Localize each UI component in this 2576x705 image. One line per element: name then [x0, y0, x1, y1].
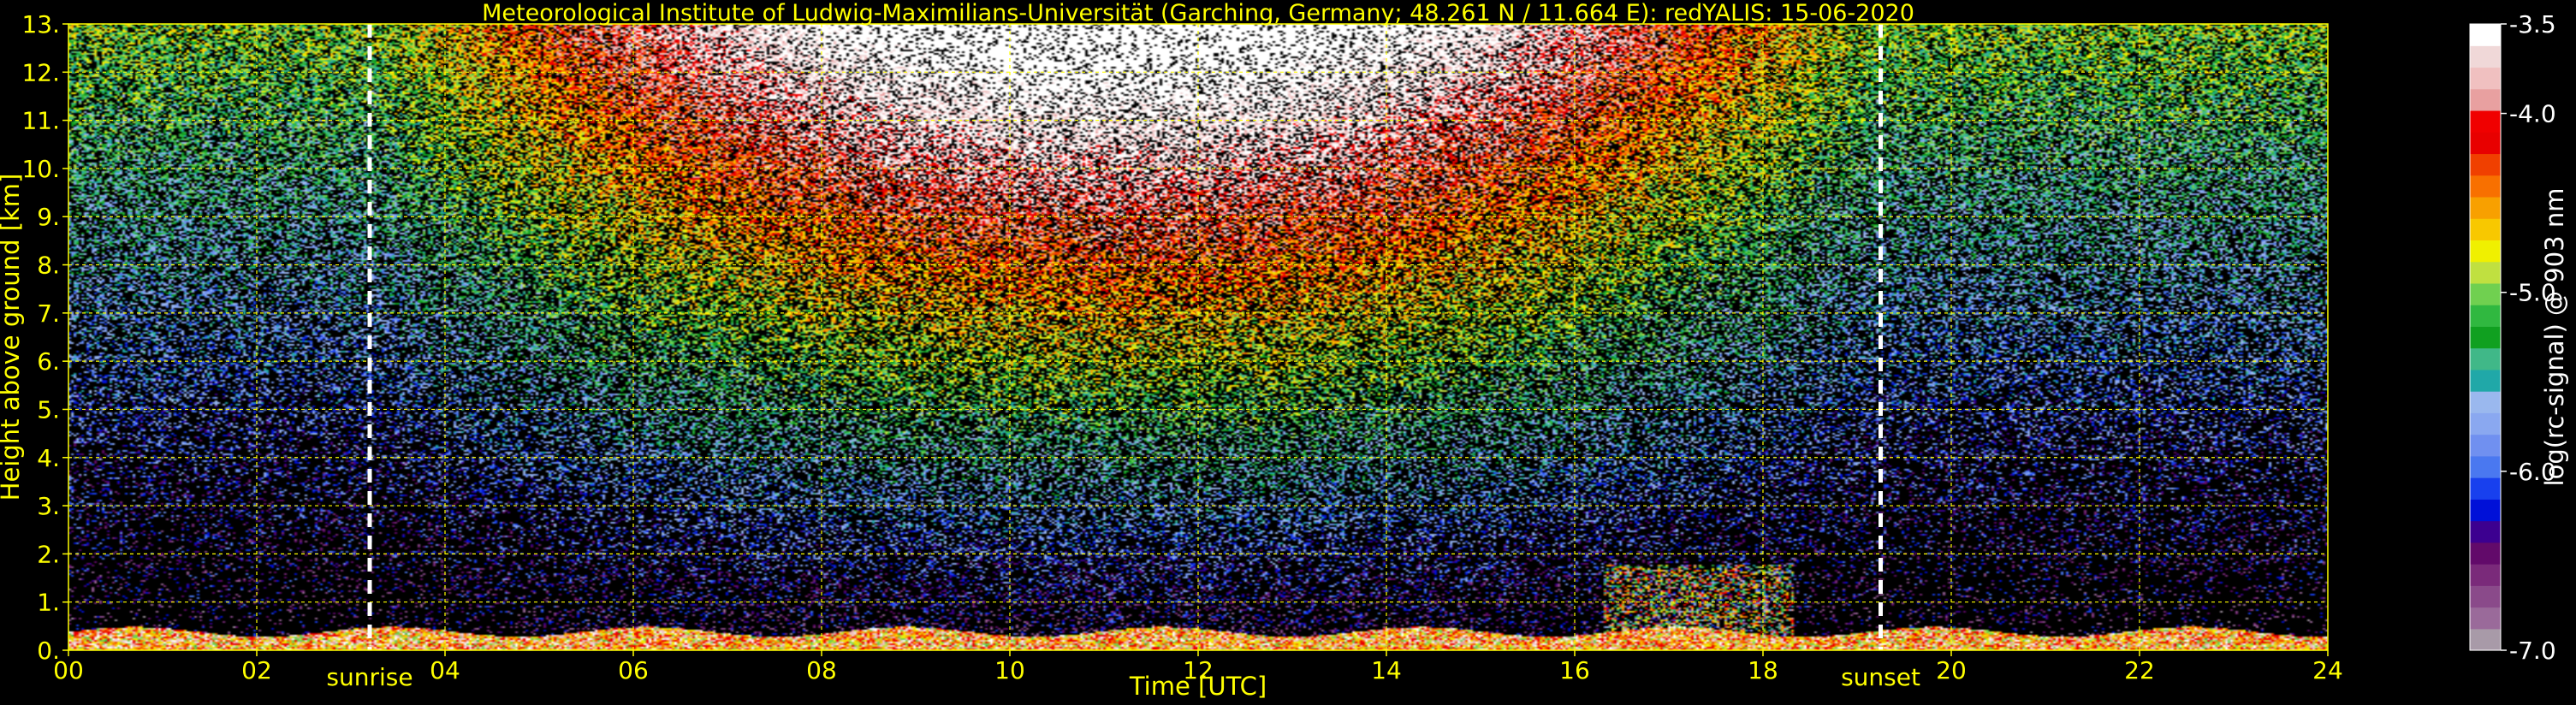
- colorbar-swatch: [2470, 520, 2501, 543]
- x-tick-label: 06: [618, 656, 649, 684]
- y-tick-label: 9.: [37, 203, 60, 231]
- plot-area: [68, 23, 2329, 651]
- colorbar-swatch: [2470, 305, 2501, 327]
- x-tick-label: 20: [1936, 656, 1967, 684]
- colorbar-swatches: [2470, 24, 2501, 651]
- backscatter-heatmap: [68, 24, 2328, 650]
- y-tick-label: 2.: [37, 540, 60, 568]
- x-axis-label: Time [UTC]: [1129, 672, 1267, 701]
- y-axis-label: Height above ground [km]: [0, 174, 25, 501]
- colorbar-swatch: [2470, 45, 2501, 68]
- colorbar-swatch: [2470, 218, 2501, 241]
- colorbar-tick-label: -3.5: [2509, 10, 2556, 39]
- x-tick-label: 10: [994, 656, 1025, 684]
- colorbar-swatch: [2470, 24, 2501, 46]
- y-tick-label: 0.: [37, 637, 60, 665]
- colorbar-swatch: [2470, 412, 2501, 435]
- colorbar-swatch: [2470, 175, 2501, 198]
- x-tick-label: 18: [1748, 656, 1778, 684]
- y-tick-label: 10.: [21, 155, 60, 183]
- colorbar-swatch: [2470, 240, 2501, 263]
- colorbar-swatch: [2470, 434, 2501, 457]
- chart-title: Meteorological Institute of Ludwig-Maxim…: [482, 0, 1914, 27]
- colorbar-swatch: [2470, 347, 2501, 370]
- y-tick-label: 3.: [37, 492, 60, 520]
- event-label-sunset: sunset: [1841, 663, 1920, 691]
- colorbar-swatch: [2470, 477, 2501, 500]
- x-tick-label: 14: [1371, 656, 1402, 684]
- colorbar-swatch: [2470, 282, 2501, 305]
- colorbar-swatch: [2470, 564, 2501, 586]
- y-tick-label: 1.: [37, 589, 60, 617]
- y-tick-label: 4.: [37, 444, 60, 472]
- colorbar-swatch: [2470, 132, 2501, 155]
- x-tick-label: 16: [1559, 656, 1590, 684]
- y-tick-label: 6.: [37, 347, 60, 376]
- x-tick-label: 04: [430, 656, 460, 684]
- event-label-sunrise: sunrise: [326, 663, 413, 691]
- colorbar-swatch: [2470, 585, 2501, 608]
- colorbar-tick-label: -7.0: [2509, 637, 2556, 665]
- x-tick-label: 02: [241, 656, 272, 684]
- colorbar-swatch: [2470, 607, 2501, 630]
- colorbar-swatch: [2470, 499, 2501, 522]
- x-tick-label: 08: [806, 656, 837, 684]
- colorbar-swatch: [2470, 67, 2501, 90]
- y-tick-label: 8.: [37, 252, 60, 280]
- y-tick-label: 13.: [21, 10, 60, 39]
- colorbar-swatch: [2470, 261, 2501, 284]
- colorbar-swatch: [2470, 455, 2501, 478]
- colorbar-label: log(rc-signal) @ 903 nm: [2540, 188, 2569, 487]
- y-tick-label: 11.: [21, 107, 60, 135]
- colorbar-swatch: [2470, 110, 2501, 133]
- colorbar-swatch: [2470, 628, 2501, 651]
- colorbar-swatch: [2470, 369, 2501, 392]
- colorbar-swatch: [2470, 391, 2501, 413]
- colorbar-swatch: [2470, 542, 2501, 565]
- lidar-figure: 00 02 04 06 08 10 12 14 16 18 20 22 24 0.1.2.3.4.5.6…: [0, 0, 2576, 705]
- y-tick-label: 12.: [21, 58, 60, 86]
- colorbar-swatch: [2470, 153, 2501, 176]
- y-tick-label: 5.: [37, 395, 60, 424]
- x-tick-label: 22: [2124, 656, 2155, 684]
- colorbar-swatch: [2470, 326, 2501, 349]
- y-tick-label: 7.: [37, 299, 60, 328]
- colorbar-swatch: [2470, 88, 2501, 111]
- colorbar-tick-label: -4.0: [2509, 100, 2556, 128]
- x-tick-label: 24: [2312, 656, 2343, 684]
- colorbar-swatch: [2470, 196, 2501, 219]
